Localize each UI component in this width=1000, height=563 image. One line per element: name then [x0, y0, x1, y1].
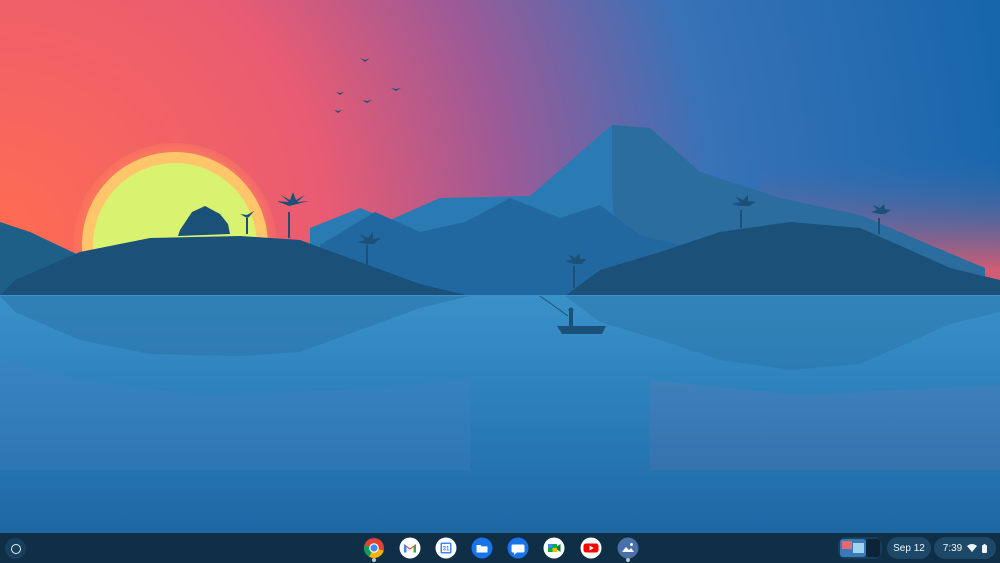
- wifi-icon: [967, 544, 978, 552]
- running-indicator: [372, 558, 376, 562]
- files-app-icon[interactable]: [470, 536, 494, 560]
- youtube-app-icon[interactable]: [579, 536, 603, 560]
- battery-icon: [982, 543, 988, 553]
- time-label: 7:39: [942, 542, 963, 554]
- holding-space-thumbnail[interactable]: [838, 537, 882, 559]
- gmail-app-icon[interactable]: [398, 536, 422, 560]
- chrome-app-icon[interactable]: [362, 536, 386, 562]
- calendar-app-icon[interactable]: 31: [434, 536, 458, 560]
- meet-app-icon[interactable]: [542, 536, 566, 560]
- camera-app-icon[interactable]: [616, 536, 640, 562]
- desktop[interactable]: [0, 0, 1000, 533]
- running-indicator: [626, 558, 630, 562]
- date-tray-button[interactable]: Sep 12: [887, 537, 931, 559]
- date-label: Sep 12: [893, 542, 925, 554]
- launcher-button[interactable]: [5, 538, 26, 559]
- launcher-circle-icon: [10, 543, 21, 554]
- messages-app-icon[interactable]: [506, 536, 530, 560]
- wallpaper-landscape: [0, 0, 1000, 533]
- shelf: 31 Sep 12 7:39: [0, 533, 1000, 563]
- status-tray-button[interactable]: 7:39: [934, 537, 996, 559]
- calendar-badge: 31: [443, 547, 450, 553]
